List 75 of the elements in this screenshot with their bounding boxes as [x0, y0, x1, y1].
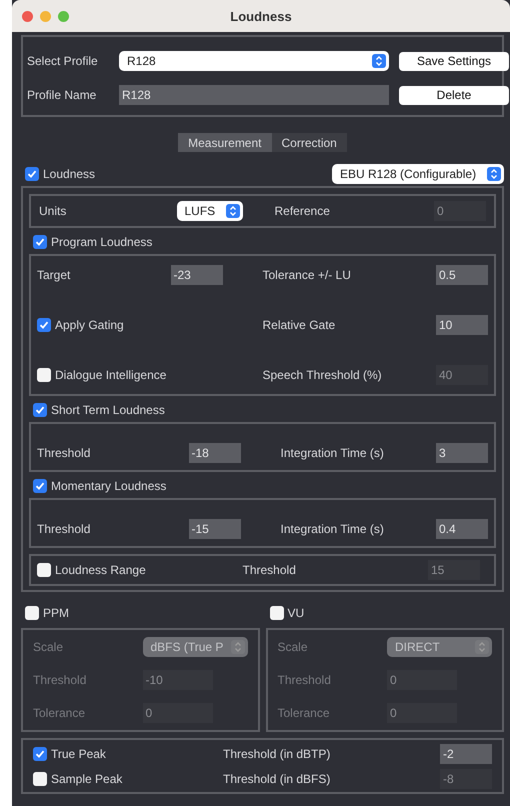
- value-field[interactable]: 15: [428, 560, 480, 580]
- checkbox-label: Loudness: [43, 167, 96, 181]
- save-settings-button[interactable]: Save Settings: [399, 52, 509, 70]
- field-label: Scale: [278, 640, 309, 654]
- field-label: Threshold (in dBFS): [223, 772, 332, 786]
- value-field[interactable]: 0.5: [436, 265, 488, 285]
- field-label: Units: [39, 204, 66, 218]
- stepper-icon: [230, 640, 244, 654]
- field-label: Select Profile: [27, 54, 99, 68]
- checkbox[interactable]: [270, 606, 284, 620]
- checkbox-label: Short Term Loudness: [51, 403, 165, 417]
- scale-dropdown[interactable]: DIRECT: [387, 636, 492, 657]
- checkbox-label: Program Loudness: [51, 235, 152, 249]
- checkbox-label: PPM: [43, 606, 70, 620]
- field-label: Tolerance: [33, 706, 86, 720]
- field-label: Threshold: [37, 522, 90, 536]
- field-label: Target: [37, 268, 70, 282]
- checkbox[interactable]: [33, 479, 47, 493]
- tab[interactable]: Measurement: [178, 133, 272, 152]
- profile-name-field[interactable]: R128: [119, 85, 389, 105]
- field-label: Relative Gate: [262, 318, 336, 332]
- window-title: Loudness: [230, 8, 292, 24]
- value-field[interactable]: 0: [387, 703, 457, 724]
- value-field[interactable]: 10: [436, 315, 488, 335]
- checkbox-label: VU: [288, 606, 304, 620]
- checkbox-label: True Peak: [51, 746, 106, 760]
- close-icon[interactable]: [22, 10, 33, 22]
- field-label: Integration Time (s): [280, 446, 384, 460]
- checkbox[interactable]: [33, 403, 47, 417]
- value-field[interactable]: 0.4: [436, 519, 488, 539]
- checkbox-label: Dialogue Intelligence: [55, 368, 166, 382]
- stepper-icon: [487, 167, 501, 181]
- checkbox[interactable]: [25, 606, 39, 620]
- field-label: Integration Time (s): [280, 522, 384, 536]
- checkbox[interactable]: [33, 772, 47, 786]
- standard-dropdown[interactable]: EBU R128 (Configurable): [332, 164, 504, 184]
- profile-dropdown[interactable]: R128: [119, 51, 389, 71]
- checkbox-label: Sample Peak: [51, 772, 122, 786]
- value-field[interactable]: -18: [188, 443, 240, 463]
- field-label: Profile Name: [27, 88, 98, 102]
- field-label: Threshold: [278, 672, 332, 687]
- value-field[interactable]: -15: [188, 519, 240, 539]
- checkbox-label: Apply Gating: [55, 318, 124, 332]
- field-label: Speech Threshold (%): [262, 368, 382, 382]
- field-label: Threshold: [33, 672, 88, 687]
- checkbox-label: Loudness Range: [55, 563, 146, 577]
- checkbox[interactable]: [33, 746, 47, 760]
- tab[interactable]: Correction: [272, 133, 347, 152]
- reference-field[interactable]: 0: [434, 201, 486, 221]
- checkbox[interactable]: [37, 368, 51, 382]
- checkbox[interactable]: [33, 235, 47, 249]
- checkbox[interactable]: [25, 167, 39, 181]
- value-field[interactable]: -2: [440, 744, 492, 764]
- stepper-icon: [475, 640, 489, 654]
- field-label: Reference: [274, 204, 330, 218]
- field-label: Scale: [33, 640, 64, 654]
- value-field[interactable]: 3: [436, 443, 488, 463]
- checkbox[interactable]: [37, 318, 51, 332]
- value-field[interactable]: -23: [170, 265, 222, 285]
- stepper-icon: [372, 54, 386, 68]
- checkbox[interactable]: [37, 563, 51, 577]
- field-label: Threshold: [242, 563, 297, 577]
- field-label: Threshold: [37, 446, 90, 460]
- field-label: Tolerance: [278, 706, 331, 720]
- scale-dropdown[interactable]: dBFS (True P: [142, 636, 248, 657]
- value-field[interactable]: 0: [387, 670, 457, 690]
- checkbox-label: Momentary Loudness: [51, 479, 166, 493]
- value-field[interactable]: -8: [440, 768, 492, 788]
- units-dropdown[interactable]: LUFS: [176, 201, 242, 221]
- stepper-icon: [226, 204, 240, 218]
- field-label: Threshold (in dBTP): [223, 746, 332, 760]
- field-label: Tolerance +/- LU: [262, 268, 351, 282]
- value-field[interactable]: -10: [142, 670, 212, 690]
- value-field[interactable]: 0: [142, 703, 212, 724]
- delete-button[interactable]: Delete: [399, 86, 509, 104]
